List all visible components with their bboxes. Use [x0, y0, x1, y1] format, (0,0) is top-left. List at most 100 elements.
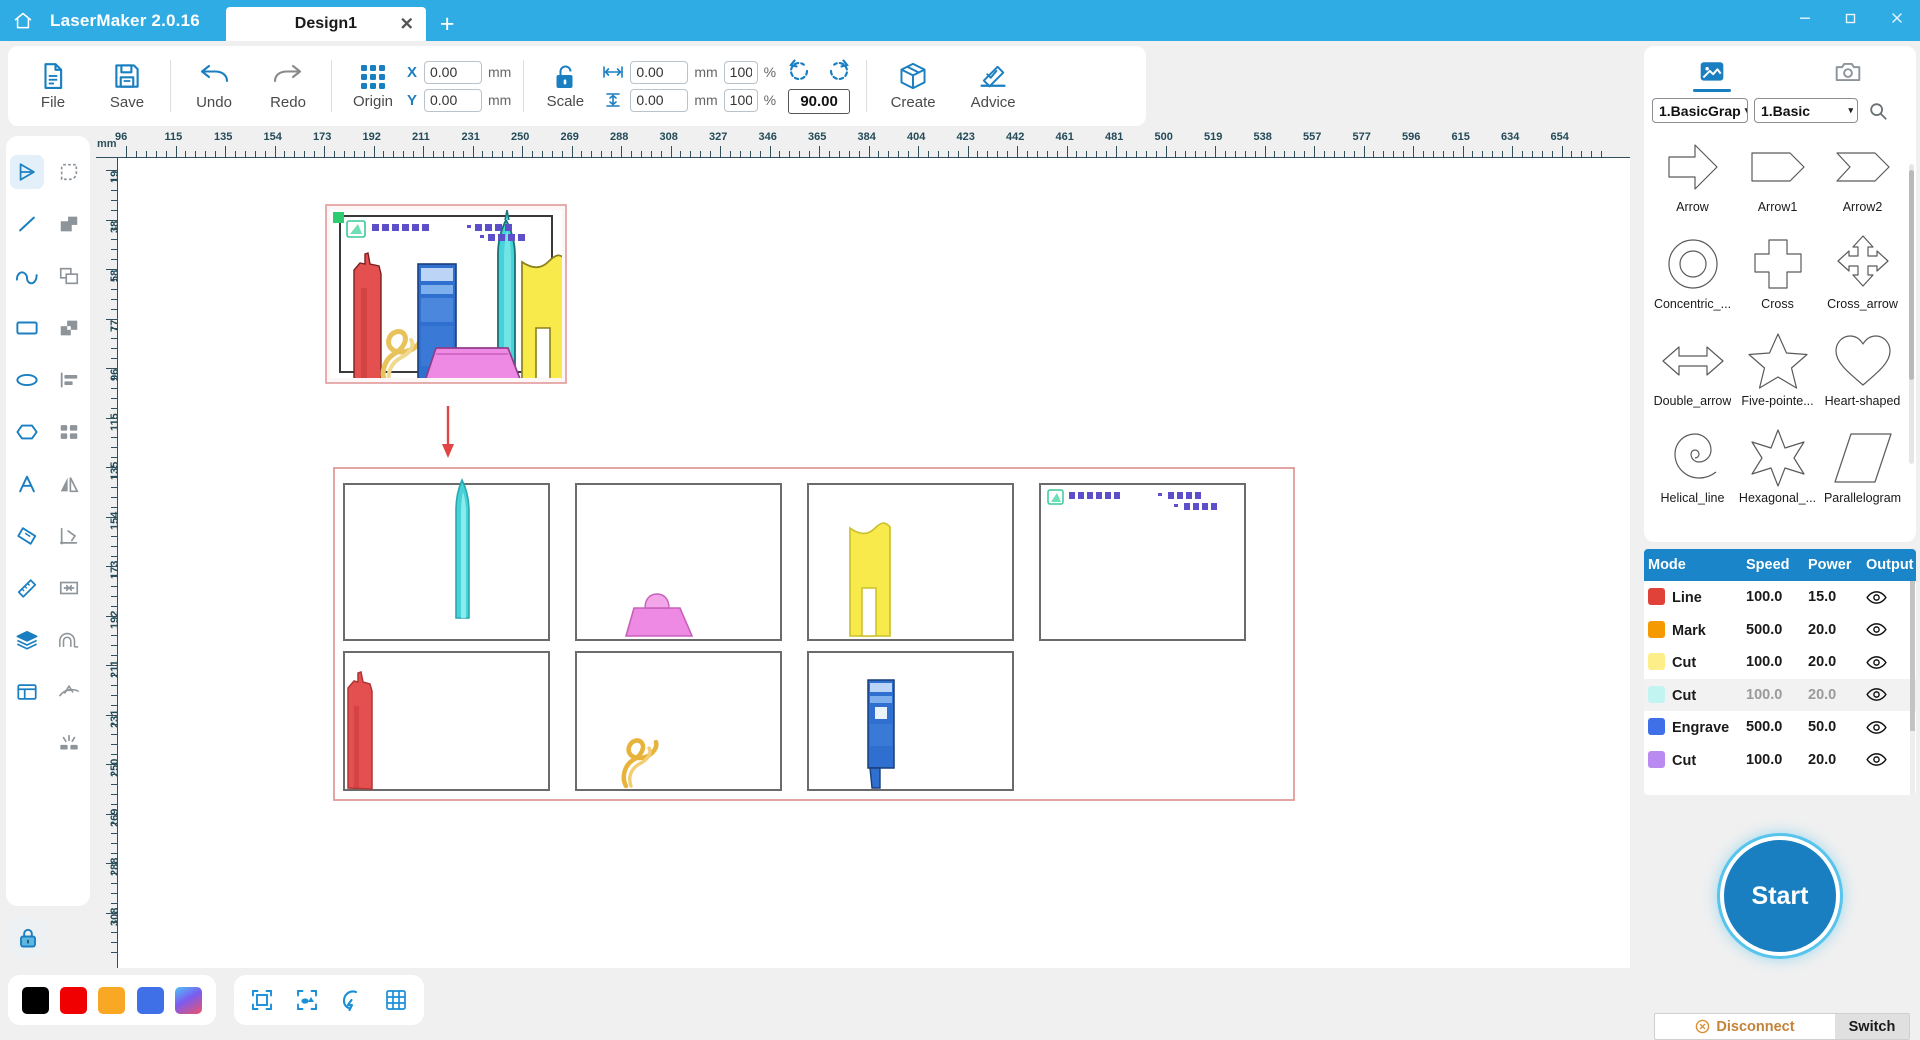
scale-lock-button[interactable]: Scale: [536, 63, 594, 110]
rotation-angle-input[interactable]: [788, 89, 850, 114]
disconnect-status[interactable]: Disconnect: [1655, 1014, 1835, 1039]
shape-arrow2[interactable]: Arrow2: [1820, 135, 1905, 229]
tool-node-edit[interactable]: [48, 146, 90, 198]
rotate-ccw-icon[interactable]: [786, 58, 812, 84]
shape-arrow[interactable]: Arrow: [1650, 135, 1735, 229]
color-orange[interactable]: [98, 987, 125, 1014]
table-row[interactable]: Cut 100.0 20.0: [1644, 679, 1916, 712]
layer-output[interactable]: [1862, 744, 1916, 777]
table-row[interactable]: Line 100.0 15.0: [1644, 581, 1916, 614]
origin-button[interactable]: Origin: [344, 63, 402, 110]
maximize-icon[interactable]: [1828, 3, 1874, 33]
layer-color-chip[interactable]: [1648, 718, 1665, 735]
shape-double-arrow[interactable]: Double_arrow: [1650, 329, 1735, 423]
vertical-ruler[interactable]: 1938587796115135154173192211231250269288…: [96, 158, 118, 968]
save-button[interactable]: Save: [90, 48, 164, 124]
tool-curve[interactable]: [6, 250, 48, 302]
table-row[interactable]: Cut 100.0 20.0: [1644, 744, 1916, 777]
layer-power[interactable]: 50.0: [1804, 711, 1862, 744]
close-icon[interactable]: [1874, 3, 1920, 33]
width-percent-input[interactable]: [724, 61, 758, 84]
x-input[interactable]: [424, 61, 482, 84]
magnet-icon[interactable]: [334, 983, 368, 1017]
color-gradient[interactable]: [175, 987, 202, 1014]
tab-design1[interactable]: Design1 ✕: [226, 7, 426, 41]
table-row[interactable]: Engrave 500.0 50.0: [1644, 711, 1916, 744]
layer-color-chip[interactable]: [1648, 686, 1665, 703]
color-blue[interactable]: [137, 987, 164, 1014]
table-row[interactable]: Cut 100.0 20.0: [1644, 646, 1916, 679]
color-black[interactable]: [22, 987, 49, 1014]
layer-speed[interactable]: 100.0: [1742, 679, 1804, 712]
shape-helical-line[interactable]: Helical_line: [1650, 426, 1735, 520]
layer-power[interactable]: 15.0: [1804, 581, 1862, 614]
layer-power[interactable]: 20.0: [1804, 614, 1862, 647]
tool-explode[interactable]: [48, 718, 90, 770]
shape-arrow1[interactable]: Arrow1: [1735, 135, 1820, 229]
layer-color-chip[interactable]: [1648, 751, 1665, 768]
tool-subtract[interactable]: [48, 250, 90, 302]
close-tab-icon[interactable]: ✕: [400, 16, 414, 33]
design-canvas[interactable]: [118, 158, 1630, 968]
tool-line[interactable]: [6, 198, 48, 250]
file-button[interactable]: File: [16, 48, 90, 124]
layer-speed[interactable]: 500.0: [1742, 711, 1804, 744]
shape-cross-arrow[interactable]: Cross_arrow: [1820, 232, 1905, 326]
shape-cross[interactable]: Cross: [1735, 232, 1820, 326]
layer-speed[interactable]: 500.0: [1742, 614, 1804, 647]
tool-distribute[interactable]: [48, 406, 90, 458]
library-tab[interactable]: [1644, 46, 1780, 98]
layer-output[interactable]: [1862, 614, 1916, 647]
home-icon[interactable]: [0, 0, 46, 41]
new-tab-button[interactable]: +: [426, 12, 469, 41]
header-mode[interactable]: Mode: [1644, 549, 1742, 581]
tool-bridge[interactable]: [48, 614, 90, 666]
layer-output[interactable]: [1862, 679, 1916, 712]
layer-speed[interactable]: 100.0: [1742, 646, 1804, 679]
tool-measure-angle[interactable]: [48, 510, 90, 562]
shape-five-pointed-star[interactable]: Five-pointe...: [1735, 329, 1820, 423]
layer-color-chip[interactable]: [1648, 653, 1665, 670]
layer-power[interactable]: 20.0: [1804, 744, 1862, 777]
layer-output[interactable]: [1862, 581, 1916, 614]
tool-align[interactable]: [48, 354, 90, 406]
layers-scrollbar[interactable]: [1910, 581, 1915, 795]
tool-offset[interactable]: [48, 562, 90, 614]
select-objects-icon[interactable]: [290, 983, 324, 1017]
search-button[interactable]: [1864, 101, 1892, 121]
tool-mirror[interactable]: [48, 458, 90, 510]
shape-concentric[interactable]: Concentric_...: [1650, 232, 1735, 326]
layer-output[interactable]: [1862, 711, 1916, 744]
horizontal-ruler[interactable]: 9611513515417319221123125026928830832734…: [96, 130, 1630, 158]
library-scrollbar[interactable]: [1909, 164, 1914, 464]
tool-eraser[interactable]: [6, 510, 48, 562]
header-output[interactable]: Output: [1862, 549, 1916, 581]
undo-button[interactable]: Undo: [177, 48, 251, 124]
shape-hexagonal-star[interactable]: Hexagonal_...: [1735, 426, 1820, 520]
shape-parallelogram[interactable]: Parallelogram: [1820, 426, 1905, 520]
advice-button[interactable]: Advice: [953, 48, 1033, 124]
category-select[interactable]: 1.BasicGrap ▾: [1652, 98, 1748, 123]
tool-text[interactable]: [6, 458, 48, 510]
tool-template[interactable]: [6, 666, 48, 718]
minimize-icon[interactable]: [1782, 3, 1828, 33]
shape-heart[interactable]: Heart-shaped: [1820, 329, 1905, 423]
layer-color-chip[interactable]: [1648, 621, 1665, 638]
start-button[interactable]: Start: [1720, 836, 1840, 956]
grid-icon[interactable]: [379, 983, 413, 1017]
table-row[interactable]: Mark 500.0 20.0: [1644, 614, 1916, 647]
header-power[interactable]: Power: [1804, 549, 1862, 581]
layer-output[interactable]: [1862, 646, 1916, 679]
color-red[interactable]: [60, 987, 87, 1014]
height-percent-input[interactable]: [724, 89, 758, 112]
height-input[interactable]: [630, 89, 688, 112]
tool-rectangle[interactable]: [6, 302, 48, 354]
subcategory-select[interactable]: 1.Basic ▾: [1754, 98, 1858, 123]
tool-polygon[interactable]: [6, 406, 48, 458]
tool-layers[interactable]: [6, 614, 48, 666]
lock-button[interactable]: [8, 918, 48, 958]
tool-path-text[interactable]: [48, 666, 90, 718]
tool-ellipse[interactable]: [6, 354, 48, 406]
width-input[interactable]: [630, 61, 688, 84]
redo-button[interactable]: Redo: [251, 48, 325, 124]
